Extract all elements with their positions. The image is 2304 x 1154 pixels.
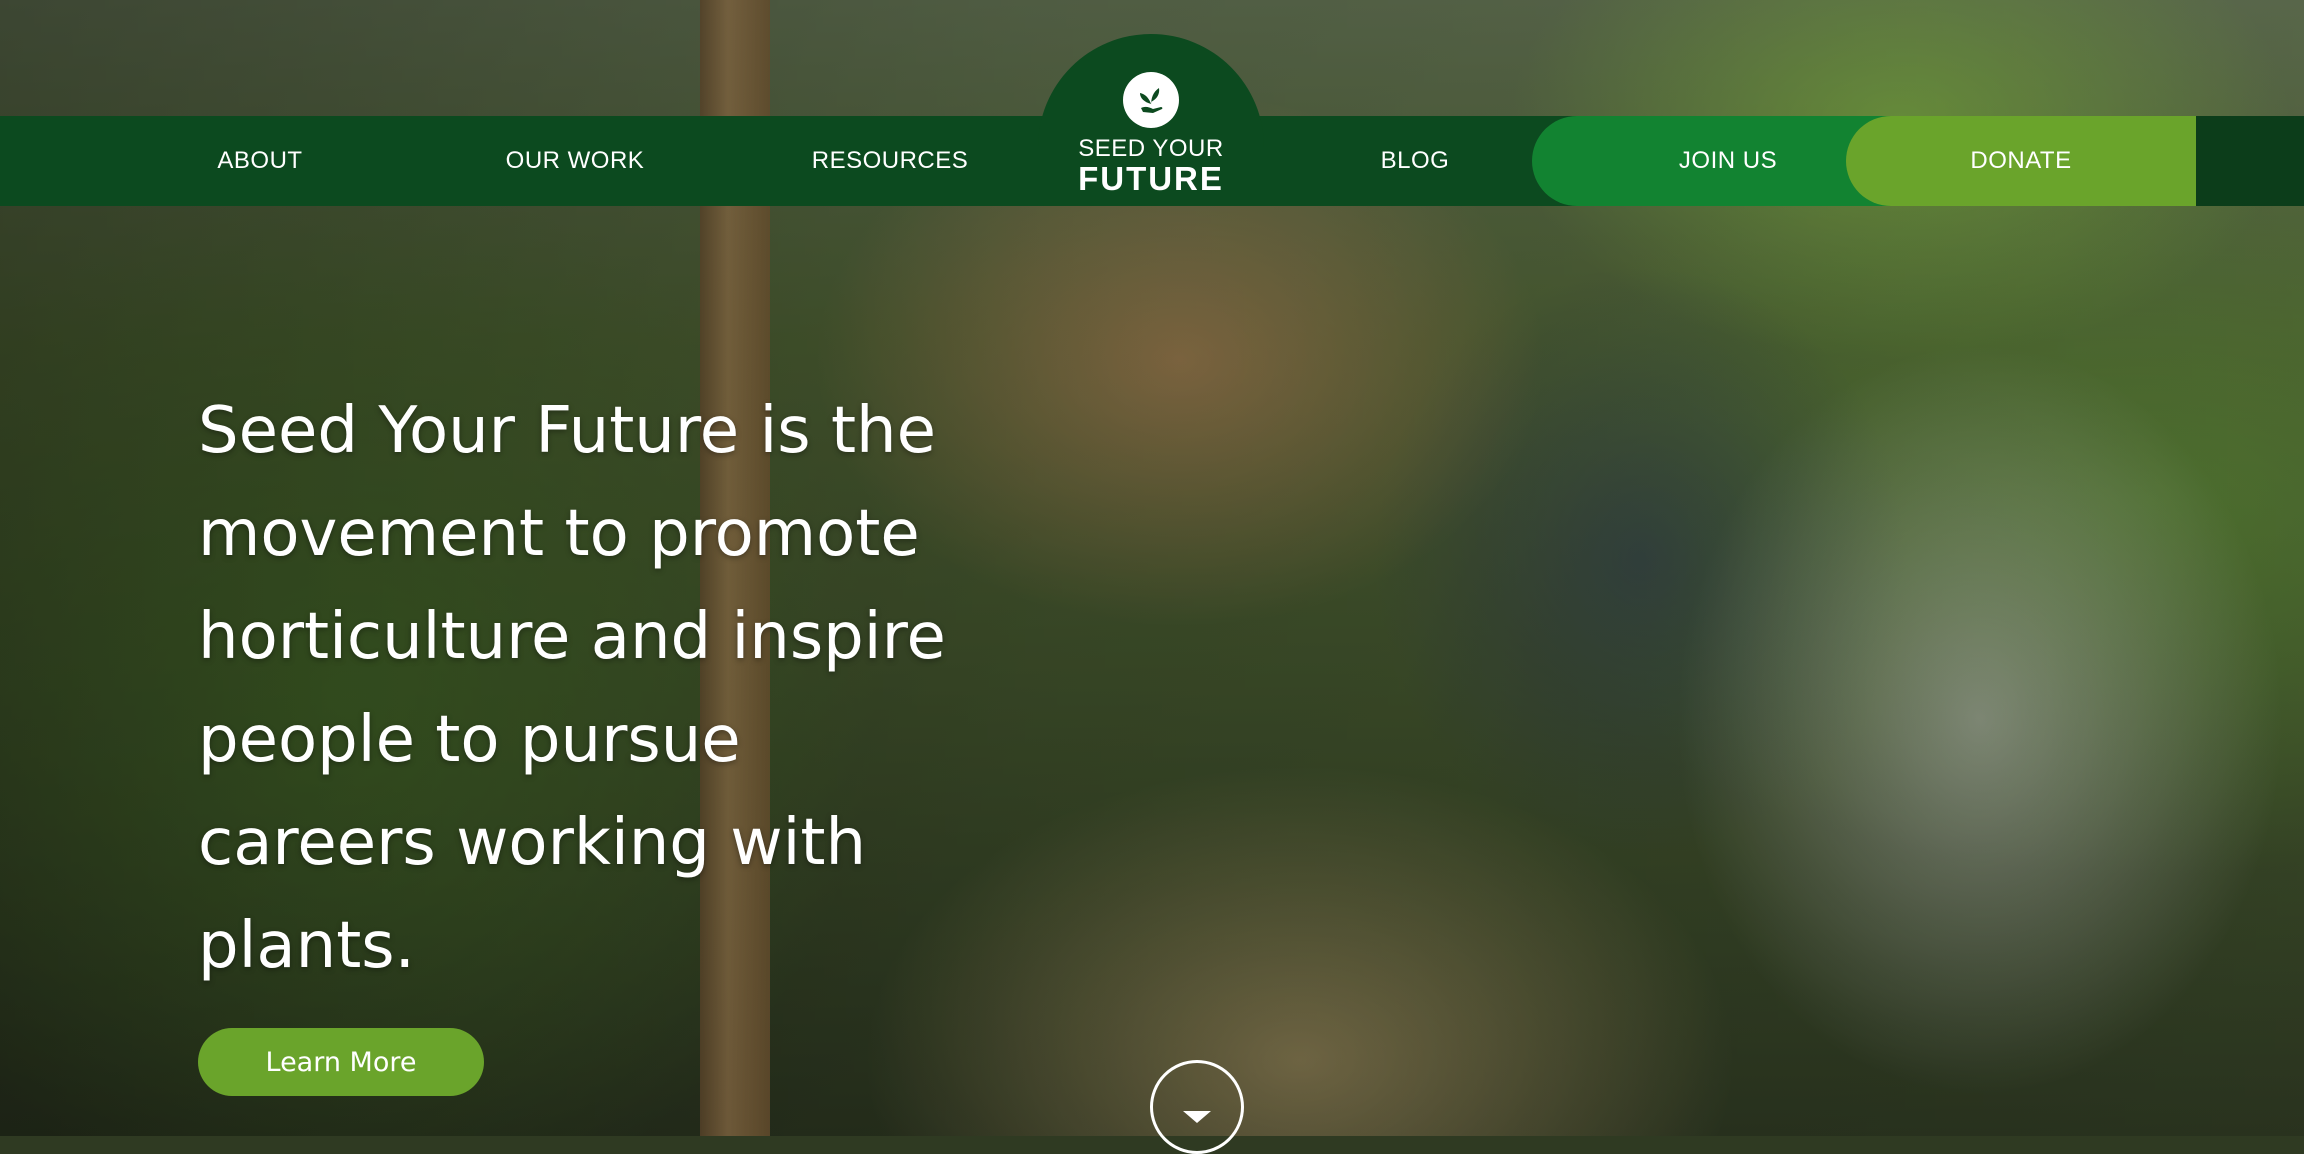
learn-more-button[interactable]: Learn More [198, 1028, 484, 1096]
donate-button[interactable]: DONATE [1846, 116, 2196, 206]
logo-text-bottom: FUTURE [1078, 160, 1224, 197]
nav-link-resources[interactable]: RESOURCES [780, 116, 1000, 206]
scroll-down-button[interactable] [1150, 1060, 1244, 1154]
nav-link-about[interactable]: ABOUT [160, 116, 360, 206]
nav-link-blog[interactable]: BLOG [1320, 116, 1510, 206]
nav-bar-end [2196, 116, 2304, 206]
seedling-hand-icon [1123, 72, 1179, 128]
nav-link-our-work[interactable]: OUR WORK [470, 116, 680, 206]
hero-headline: Seed Your Future is the movement to prom… [198, 394, 946, 983]
chevron-down-icon [1183, 1111, 1211, 1123]
logo-text-top: SEED YOUR [1078, 135, 1224, 162]
